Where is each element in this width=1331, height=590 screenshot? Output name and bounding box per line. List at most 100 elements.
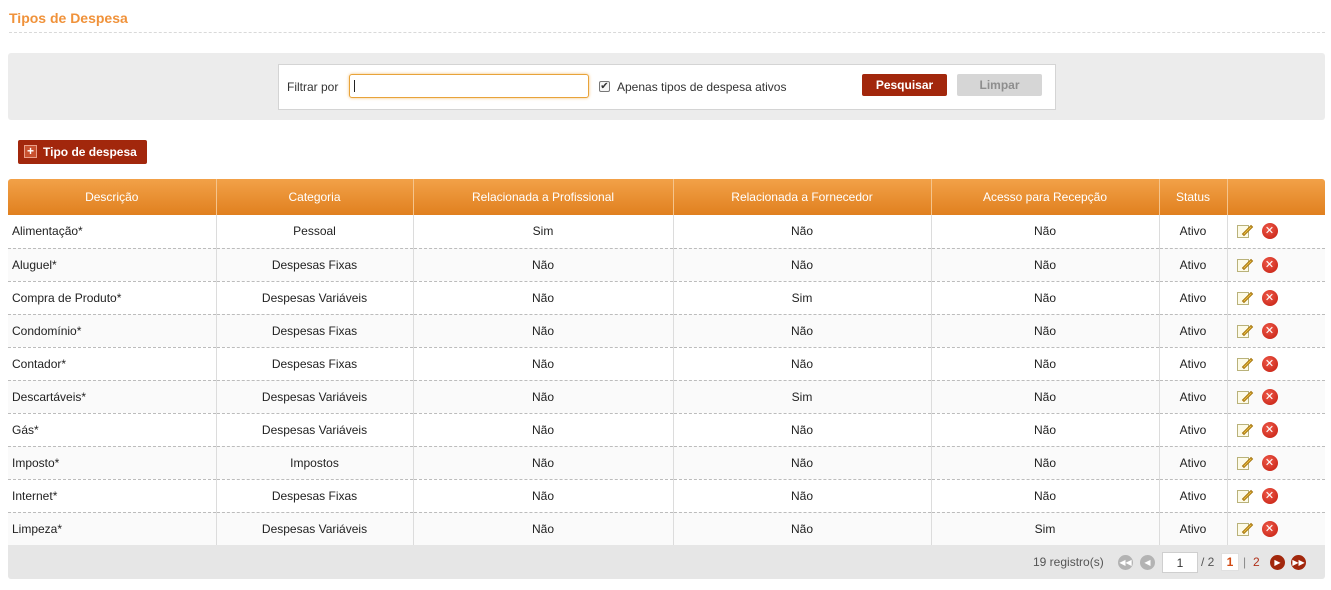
row-actions: ✕ — [1227, 479, 1325, 513]
edit-icon[interactable] — [1236, 455, 1253, 471]
cell-fornecedor: Não — [673, 446, 932, 480]
cell-recepcao: Não — [931, 281, 1160, 315]
cell-categoria: Despesas Fixas — [216, 347, 414, 381]
delete-icon[interactable]: ✕ — [1261, 520, 1278, 537]
table-row[interactable]: Internet* Despesas Fixas Não Não Não Ativo ✕ — [8, 479, 1325, 513]
filter-input[interactable] — [349, 74, 589, 98]
table-row[interactable]: Limpeza* Despesas Variáveis Não Não Sim Ativo… — [8, 512, 1325, 546]
cell-status: Ativo — [1159, 248, 1228, 282]
table-row[interactable]: Aluguel* Despesas Fixas Não Não Não Ativo ✕ — [8, 248, 1325, 282]
delete-icon[interactable]: ✕ — [1261, 256, 1278, 273]
cell-fornecedor: Não — [673, 215, 932, 249]
cell-profissional: Não — [413, 380, 674, 414]
cell-profissional: Não — [413, 347, 674, 381]
page-title: Tipos de Despesa — [9, 10, 128, 26]
edit-icon[interactable] — [1236, 290, 1253, 306]
table-row[interactable]: Condomínio* Despesas Fixas Não Não Não Ativo ✕ — [8, 314, 1325, 348]
row-actions: ✕ — [1227, 512, 1325, 546]
edit-icon[interactable] — [1236, 356, 1253, 372]
delete-icon[interactable]: ✕ — [1261, 289, 1278, 306]
edit-icon[interactable] — [1236, 389, 1253, 405]
cell-status: Ativo — [1159, 479, 1228, 513]
cell-profissional: Não — [413, 413, 674, 447]
delete-icon[interactable]: ✕ — [1261, 454, 1278, 471]
row-actions: ✕ — [1227, 248, 1325, 282]
cell-recepcao: Não — [931, 215, 1160, 249]
cell-descricao: Contador* — [8, 347, 217, 381]
table-row[interactable]: Compra de Produto* Despesas Variáveis Não S… — [8, 281, 1325, 315]
cell-status: Ativo — [1159, 215, 1228, 249]
cell-profissional: Sim — [413, 215, 674, 249]
cell-profissional: Não — [413, 314, 674, 348]
current-page: 1 — [1221, 553, 1239, 571]
cell-recepcao: Não — [931, 413, 1160, 447]
edit-icon[interactable] — [1236, 257, 1253, 273]
cell-recepcao: Não — [931, 314, 1160, 348]
delete-icon[interactable]: ✕ — [1261, 421, 1278, 438]
prev-page-icon[interactable]: ◀ — [1140, 555, 1155, 570]
cell-status: Ativo — [1159, 380, 1228, 414]
cell-status: Ativo — [1159, 347, 1228, 381]
row-actions: ✕ — [1227, 380, 1325, 414]
cell-recepcao: Não — [931, 479, 1160, 513]
col-header-profissional[interactable]: Relacionada a Profissional — [413, 179, 674, 215]
delete-icon[interactable]: ✕ — [1261, 388, 1278, 405]
filter-panel: Filtrar por ✔ Apenas tipos de despesa at… — [278, 64, 1056, 110]
table-row[interactable]: Gás* Despesas Variáveis Não Não Não Ativo ✕ — [8, 413, 1325, 447]
col-header-descricao[interactable]: Descrição — [8, 179, 217, 215]
cell-fornecedor: Não — [673, 314, 932, 348]
next-page-icon[interactable]: ▶ — [1270, 555, 1285, 570]
cell-descricao: Limpeza* — [8, 512, 217, 546]
col-header-fornecedor[interactable]: Relacionada a Fornecedor — [673, 179, 932, 215]
cell-categoria: Despesas Variáveis — [216, 380, 414, 414]
col-header-categoria[interactable]: Categoria — [216, 179, 414, 215]
cell-fornecedor: Sim — [673, 380, 932, 414]
clear-button[interactable]: Limpar — [957, 74, 1042, 96]
col-header-status[interactable]: Status — [1159, 179, 1228, 215]
edit-icon[interactable] — [1236, 422, 1253, 438]
table-row[interactable]: Contador* Despesas Fixas Não Não Não Ativo ✕ — [8, 347, 1325, 381]
page-total: / 2 — [1201, 555, 1215, 569]
row-actions: ✕ — [1227, 446, 1325, 480]
col-header-recepcao[interactable]: Acesso para Recepção — [931, 179, 1160, 215]
add-button-label: Tipo de despesa — [43, 145, 137, 159]
active-only-checkbox[interactable]: ✔ — [599, 81, 610, 92]
table-row[interactable]: Imposto* Impostos Não Não Não Ativo ✕ — [8, 446, 1325, 480]
cell-categoria: Impostos — [216, 446, 414, 480]
delete-icon[interactable]: ✕ — [1261, 223, 1278, 240]
cell-categoria: Despesas Variáveis — [216, 413, 414, 447]
pagination-bar: 19 registro(s) ◀◀ ◀ / 2 1 | 2 ▶ ▶▶ — [8, 545, 1325, 579]
cell-descricao: Compra de Produto* — [8, 281, 217, 315]
delete-icon[interactable]: ✕ — [1261, 487, 1278, 504]
table-row[interactable]: Alimentação* Pessoal Sim Não Não Ativo ✕ — [8, 215, 1325, 249]
cell-fornecedor: Não — [673, 413, 932, 447]
cell-profissional: Não — [413, 248, 674, 282]
delete-icon[interactable]: ✕ — [1261, 355, 1278, 372]
cell-categoria: Despesas Fixas — [216, 248, 414, 282]
edit-icon[interactable] — [1236, 488, 1253, 504]
row-actions: ✕ — [1227, 281, 1325, 315]
edit-icon[interactable] — [1236, 323, 1253, 339]
search-button[interactable]: Pesquisar — [862, 74, 947, 96]
cell-fornecedor: Não — [673, 248, 932, 282]
add-expense-type-button[interactable]: + Tipo de despesa — [18, 140, 147, 164]
last-page-icon[interactable]: ▶▶ — [1291, 555, 1306, 570]
delete-icon[interactable]: ✕ — [1261, 322, 1278, 339]
cell-status: Ativo — [1159, 446, 1228, 480]
cell-categoria: Despesas Variáveis — [216, 512, 414, 546]
first-page-icon[interactable]: ◀◀ — [1118, 555, 1133, 570]
table-row[interactable]: Descartáveis* Despesas Variáveis Não Sim Não… — [8, 380, 1325, 414]
page-number-input[interactable] — [1162, 552, 1198, 573]
cell-descricao: Gás* — [8, 413, 217, 447]
active-only-label[interactable]: Apenas tipos de despesa ativos — [617, 80, 786, 94]
cell-descricao: Alimentação* — [8, 215, 217, 249]
cell-categoria: Despesas Fixas — [216, 479, 414, 513]
edit-icon[interactable] — [1236, 521, 1253, 537]
edit-icon[interactable] — [1236, 223, 1253, 239]
cell-status: Ativo — [1159, 413, 1228, 447]
cell-recepcao: Não — [931, 347, 1160, 381]
cell-categoria: Despesas Fixas — [216, 314, 414, 348]
text-caret — [354, 80, 355, 92]
cell-fornecedor: Não — [673, 479, 932, 513]
page-link-2[interactable]: 2 — [1253, 555, 1260, 569]
